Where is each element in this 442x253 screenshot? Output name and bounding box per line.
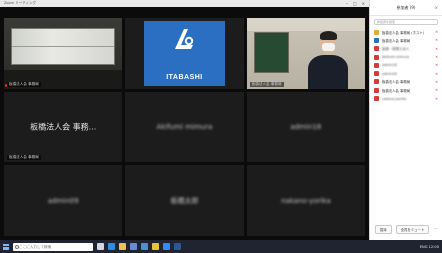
gallery-grid: 板橋法人会 事務局 ITABASHI 板橋法人会 事務局 板橋法人会 事務...… [4,18,365,236]
taskbar-apps [97,243,181,250]
maximize-icon[interactable]: □ [353,1,357,6]
panel-footer: 招待 全員をミュート ... [370,225,442,234]
participants-panel: 参加者 (9) × 参加者を検索 板橋法人会 事務局 (ホスト) ✕ 板橋法人会 … [369,0,442,240]
participant-row-name: admin09 [382,71,397,76]
avatar [374,29,379,35]
participant-row-name: admin18 [382,63,397,68]
whiteboard [11,27,116,65]
word-icon[interactable] [174,243,181,250]
participant-name: 板橋太郎 [170,196,199,205]
store-icon[interactable] [130,243,137,250]
participant-name: admin18 [290,122,322,131]
participant-row-name: 板橋法人会 事務局 [382,38,411,43]
close-icon[interactable]: × [362,1,365,6]
close-icon[interactable]: × [435,5,438,10]
participant-row[interactable]: admin18 ✕ [370,61,442,69]
avatar [374,54,379,60]
avatar [374,46,379,52]
chrome-icon[interactable] [152,243,159,250]
mic-muted-icon[interactable]: ✕ [435,38,438,42]
zoom-window: Zoom ミーティング – □ × 板橋法人会 事務局 ITABASHI 板橋法… [0,0,369,240]
mic-muted-icon[interactable]: ✕ [435,47,438,51]
tray-clock[interactable]: ENG 12:00 [420,245,439,249]
name-tile[interactable]: admin18 [246,91,365,163]
panel-header: 参加者 (9) × [370,0,442,16]
mic-muted-icon[interactable]: ✕ [435,88,438,92]
mic-muted-icon[interactable]: ✕ [435,97,438,101]
mic-muted-icon[interactable]: ✕ [435,55,438,59]
participant-name: nakano-yorika [280,196,331,205]
more-options-icon[interactable]: ... [433,225,437,234]
mic-muted-icon[interactable]: ✕ [435,72,438,76]
avatar [374,87,379,93]
video-tile[interactable]: 板橋法人会 事務局 [246,18,365,89]
folder-icon[interactable] [119,243,126,250]
participant-row-name: 板橋法人会 事務局 (ホスト) [382,30,425,35]
classroom-video [4,18,123,89]
mic-muted-icon[interactable]: ✕ [435,30,438,34]
participant-label: 板橋法人会 事務局 [249,81,284,87]
system-tray: ENG 12:00 [420,245,439,249]
task-view-icon[interactable] [97,243,104,250]
participant-label: 板橋法人会 事務局 [7,155,41,161]
windows-taskbar: ここに入力して検索 ENG 12:00 [0,240,442,253]
mute-all-button[interactable]: 全員をミュート [395,225,430,234]
avatar [374,71,379,77]
logo-text: ITABASHI [166,73,203,81]
panel-title: 参加者 (9) [396,4,416,10]
avatar [374,62,379,68]
mic-muted-icon[interactable]: ✕ [435,80,438,84]
mail-icon[interactable] [141,243,148,250]
name-tile[interactable]: 板橋太郎 [125,165,244,236]
participant-row[interactable]: Akifumi mimura ✕ [370,53,442,61]
participant-row[interactable]: 板橋法人会 事務局 ✕ [370,78,442,86]
avatar [374,37,379,43]
participant-search-input[interactable]: 参加者を検索 [374,19,438,25]
avatar [374,96,379,102]
edge-icon[interactable] [108,243,115,250]
title-bar: Zoom ミーティング – □ × [0,0,369,7]
video-tile[interactable]: 板橋法人会 事務局 [4,18,123,89]
logo-mark-icon [175,29,194,50]
person [308,31,349,89]
name-tile[interactable]: 板橋法人会 事務... 板橋法人会 事務局 [4,91,123,163]
taskbar-search-input[interactable]: ここに入力して検索 [13,242,93,251]
participant-list: 板橋法人会 事務局 (ホスト) ✕ 板橋法人会 事務局 ✕ 板橋・税理士法人 ✕ Ak… [370,28,442,103]
participant-row[interactable]: 板橋法人会 事務局 (ホスト) ✕ [370,28,442,36]
participant-row-name: 板橋・税理士法人 [382,47,410,52]
participant-row[interactable]: 板橋法人会 事務局 ✕ [370,86,442,94]
name-tile[interactable]: admin09 [4,165,123,236]
participant-row[interactable]: admin09 ✕ [370,69,442,77]
mic-muted-icon[interactable]: ✕ [435,63,438,67]
name-tile[interactable]: nakano-yorika [246,165,365,236]
person-video [246,18,365,89]
name-tile[interactable]: Akifumi mimura [125,91,244,163]
participant-row-name: 板橋法人会 事務局 [382,88,411,93]
avatar [374,79,379,85]
participant-name: Akifumi mimura [156,122,213,131]
blackboard [253,32,290,74]
participant-row-name: Akifumi mimura [382,55,410,60]
participant-name: 板橋法人会 事務... [30,122,97,132]
invite-button[interactable]: 招待 [374,225,392,234]
participant-row[interactable]: 板橋・税理士法人 ✕ [370,45,442,53]
windows-start-icon[interactable] [3,243,9,250]
participant-label: 板橋法人会 事務局 [7,81,41,87]
video-tile[interactable]: ITABASHI [125,18,244,89]
participant-name: admin09 [47,196,79,205]
minimize-icon[interactable]: – [346,1,348,6]
window-title: Zoom ミーティング [4,1,36,5]
participant-row[interactable]: 板橋法人会 事務局 ✕ [370,36,442,44]
participant-row-name: nakano-yorika [382,96,407,101]
zoom-icon[interactable] [163,243,170,250]
window-controls: – □ × [346,1,365,6]
participant-row-name: 板橋法人会 事務局 [382,80,411,85]
itabashi-logo: ITABASHI [144,20,225,86]
participant-row[interactable]: nakano-yorika ✕ [370,94,442,102]
